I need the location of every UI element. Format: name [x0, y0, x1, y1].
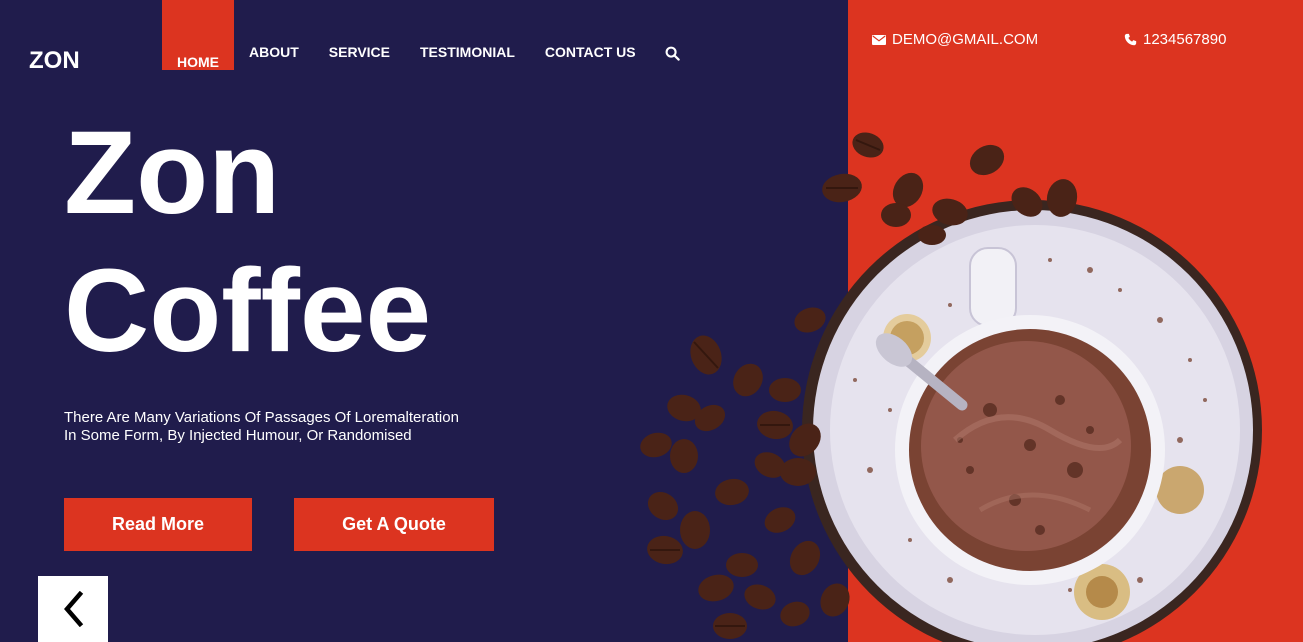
read-more-button[interactable]: Read More — [64, 498, 252, 551]
hero-title: Zon Coffee — [64, 104, 431, 380]
prev-slide-button[interactable] — [38, 576, 108, 642]
nav-item-testimonial[interactable]: TESTIMONIAL — [405, 0, 530, 70]
main-nav: HOME ABOUT SERVICE TESTIMONIAL CONTACT U… — [162, 0, 680, 70]
nav-item-home[interactable]: HOME — [162, 0, 234, 70]
nav-item-about[interactable]: ABOUT — [234, 0, 314, 70]
hero-description-line1: There Are Many Variations Of Passages Of… — [64, 409, 459, 426]
search-icon — [665, 46, 680, 61]
hero-title-line1: Zon — [64, 107, 281, 239]
nav-item-contact-us[interactable]: CONTACT US — [530, 0, 651, 70]
chevron-left-icon — [64, 591, 84, 627]
coffee-cup-image — [640, 132, 1262, 642]
phone-icon — [1124, 33, 1137, 46]
contact-email[interactable]: DEMO@GMAIL.COM — [872, 31, 1038, 48]
contact-phone-text: 1234567890 — [1143, 31, 1227, 48]
contact-phone[interactable]: 1234567890 — [1124, 31, 1226, 48]
hero-description-line2: In Some Form, By Injected Humour, Or Ran… — [64, 427, 412, 444]
hero-description: There Are Many Variations Of Passages Of… — [64, 409, 484, 445]
envelope-icon — [872, 34, 886, 45]
hero-title-line2: Coffee — [64, 245, 432, 377]
nav-item-service[interactable]: SERVICE — [314, 0, 405, 70]
contact-email-text: DEMO@GMAIL.COM — [892, 31, 1039, 48]
brand-logo[interactable]: ZON — [29, 47, 80, 75]
search-button[interactable] — [651, 0, 680, 70]
get-a-quote-button[interactable]: Get A Quote — [294, 498, 494, 551]
